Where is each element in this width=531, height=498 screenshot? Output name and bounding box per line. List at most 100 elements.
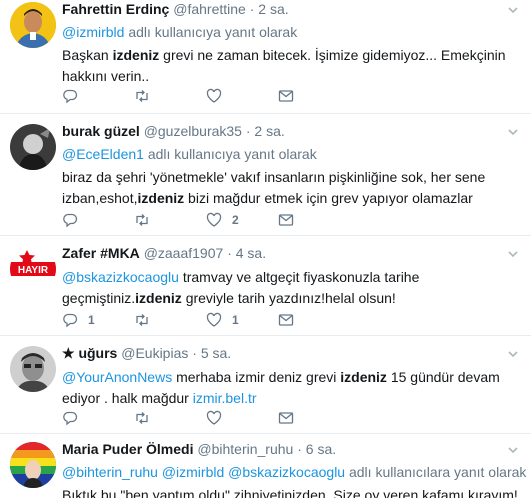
author-handle[interactable]: @bihterin_ruhu [197,441,293,457]
tweet[interactable]: Maria Puder Ölmedi @bihterin_ruhu · 6 sa… [0,434,531,498]
timestamp[interactable]: 2 sa. [258,1,288,17]
like-button[interactable] [206,86,232,106]
timestamp[interactable]: 6 sa. [306,441,336,457]
separator-dot: · [297,441,302,457]
dm-icon [278,214,294,226]
reply-count: 1 [88,313,95,327]
url-link[interactable]: izmir.bel.tr [193,390,257,406]
author-handle[interactable]: @fahrettine [173,1,246,17]
chevron-down-icon[interactable] [507,348,519,360]
tweet-text: biraz da şehri 'yönetmekle' vakıf insanl… [62,167,521,209]
mention-link[interactable]: @YourAnonNews [62,369,172,385]
avatar[interactable]: HAYIR [10,246,56,292]
dm-icon [278,90,294,102]
chevron-down-icon[interactable] [507,126,519,138]
separator-dot: · [249,1,255,17]
avatar-image [10,442,56,488]
tweet-text: @YourAnonNews merhaba izmir deniz grevi … [62,367,521,409]
direct-message-button[interactable] [278,210,294,230]
tweet-text-part: merhaba izmir deniz grevi [172,369,341,385]
like-button[interactable]: 1 [206,310,239,330]
tweet-actions [62,86,342,106]
reply-context: @EceElden1 adlı kullanıcıya yanıt olarak [62,145,521,163]
mention-link[interactable]: @EceElden1 [62,146,144,162]
dm-icon [278,314,294,326]
tweet-text: @bskazizkocaoglu tramvay ve altgeçit fiy… [62,267,521,309]
tweet[interactable]: burak güzel @guzelburak35 · 2 sa. @EceEl… [0,114,531,236]
retweet-button[interactable] [134,86,160,106]
tweet-feed: Fahrettin Erdinç @fahrettine · 2 sa. @iz… [0,0,531,498]
separator-dot: · [227,245,232,261]
like-icon [206,410,222,425]
like-count: 2 [232,213,239,227]
reply-context-suffix: adlı kullanıcılara yanıt olarak [345,464,527,480]
search-highlight: izdeniz [135,290,182,306]
search-highlight: izdeniz [340,369,387,385]
reply-context-suffix: adlı kullanıcıya yanıt olarak [124,24,298,40]
retweet-button[interactable] [134,310,160,330]
author-name[interactable]: Zafer #MKA [62,245,140,261]
tweet-text-part: greviyle tarih yazdınız!helal olsun! [181,290,396,306]
tweet-actions: 2 [62,210,342,230]
avatar[interactable] [10,346,56,392]
author-name[interactable]: burak güzel [62,123,140,139]
reply-button[interactable]: 1 [62,310,95,330]
tweet-text-part: bizi mağdur etmek için grev yapıyor olam… [184,190,473,206]
direct-message-button[interactable] [278,408,294,428]
retweet-icon [136,214,148,226]
timestamp[interactable]: 2 sa. [254,123,284,139]
chevron-down-icon[interactable] [507,248,519,260]
tweet-actions: 1 1 [62,310,342,330]
separator-dot: · [245,123,251,139]
direct-message-button[interactable] [278,86,294,106]
reply-button[interactable] [62,86,88,106]
dm-icon [278,412,294,424]
reply-icon [63,89,78,104]
author-name[interactable]: ★ uğurs [62,345,117,361]
search-highlight: izdeniz [137,190,185,206]
author-handle[interactable]: @zaaaf1907 [144,245,224,261]
reply-icon [63,411,78,426]
tweet-actions [62,408,342,428]
timestamp[interactable]: 5 sa. [201,345,231,361]
author-handle[interactable]: @Eukipias [121,345,188,361]
author-name[interactable]: Fahrettin Erdinç [62,1,169,17]
author-name[interactable]: Maria Puder Ölmedi [62,441,193,457]
avatar-label: HAYIR [18,265,49,276]
reply-icon [63,313,78,328]
mention-links[interactable]: @bihterin_ruhu @izmirbld @bskazizkocaogl… [62,464,345,480]
reply-button[interactable] [62,408,88,428]
avatar[interactable] [10,2,56,48]
author-handle[interactable]: @guzelburak35 [144,123,242,139]
retweet-icon [136,412,148,424]
mention-link[interactable]: @izmirbld [62,24,124,40]
chevron-down-icon[interactable] [507,4,519,16]
avatar[interactable] [10,124,56,170]
mention-link[interactable]: @bskazizkocaoglu [62,269,179,285]
like-button[interactable] [206,408,232,428]
like-icon [206,212,222,227]
tweet-text: Başkan izdeniz grevi ne zaman bitecek. İ… [62,45,521,87]
avatar-image [10,124,56,170]
like-button[interactable]: 2 [206,210,239,230]
retweet-icon [136,90,148,102]
retweet-icon [136,314,148,326]
like-icon [206,312,222,327]
like-count: 1 [232,313,239,327]
reply-context-suffix: adlı kullanıcıya yanıt olarak [143,146,317,162]
retweet-button[interactable] [134,408,160,428]
avatar-image [10,2,56,48]
reply-context: @bihterin_ruhu @izmirbld @bskazizkocaogl… [62,463,526,481]
reply-icon [63,213,78,228]
avatar[interactable] [10,442,56,488]
retweet-button[interactable] [134,210,160,230]
chevron-down-icon[interactable] [507,444,519,456]
reply-context: @izmirbld adlı kullanıcıya yanıt olarak [62,23,521,41]
timestamp[interactable]: 4 sa. [236,245,266,261]
tweet[interactable]: HAYIR Zafer #MKA @zaaaf1907 · 4 sa. @bsk… [0,236,531,336]
like-icon [206,88,222,103]
reply-button[interactable] [62,210,88,230]
tweet[interactable]: ★ uğurs @Eukipias · 5 sa. @YourAnonNews … [0,336,531,434]
direct-message-button[interactable] [278,310,294,330]
tweet[interactable]: Fahrettin Erdinç @fahrettine · 2 sa. @iz… [0,0,531,114]
